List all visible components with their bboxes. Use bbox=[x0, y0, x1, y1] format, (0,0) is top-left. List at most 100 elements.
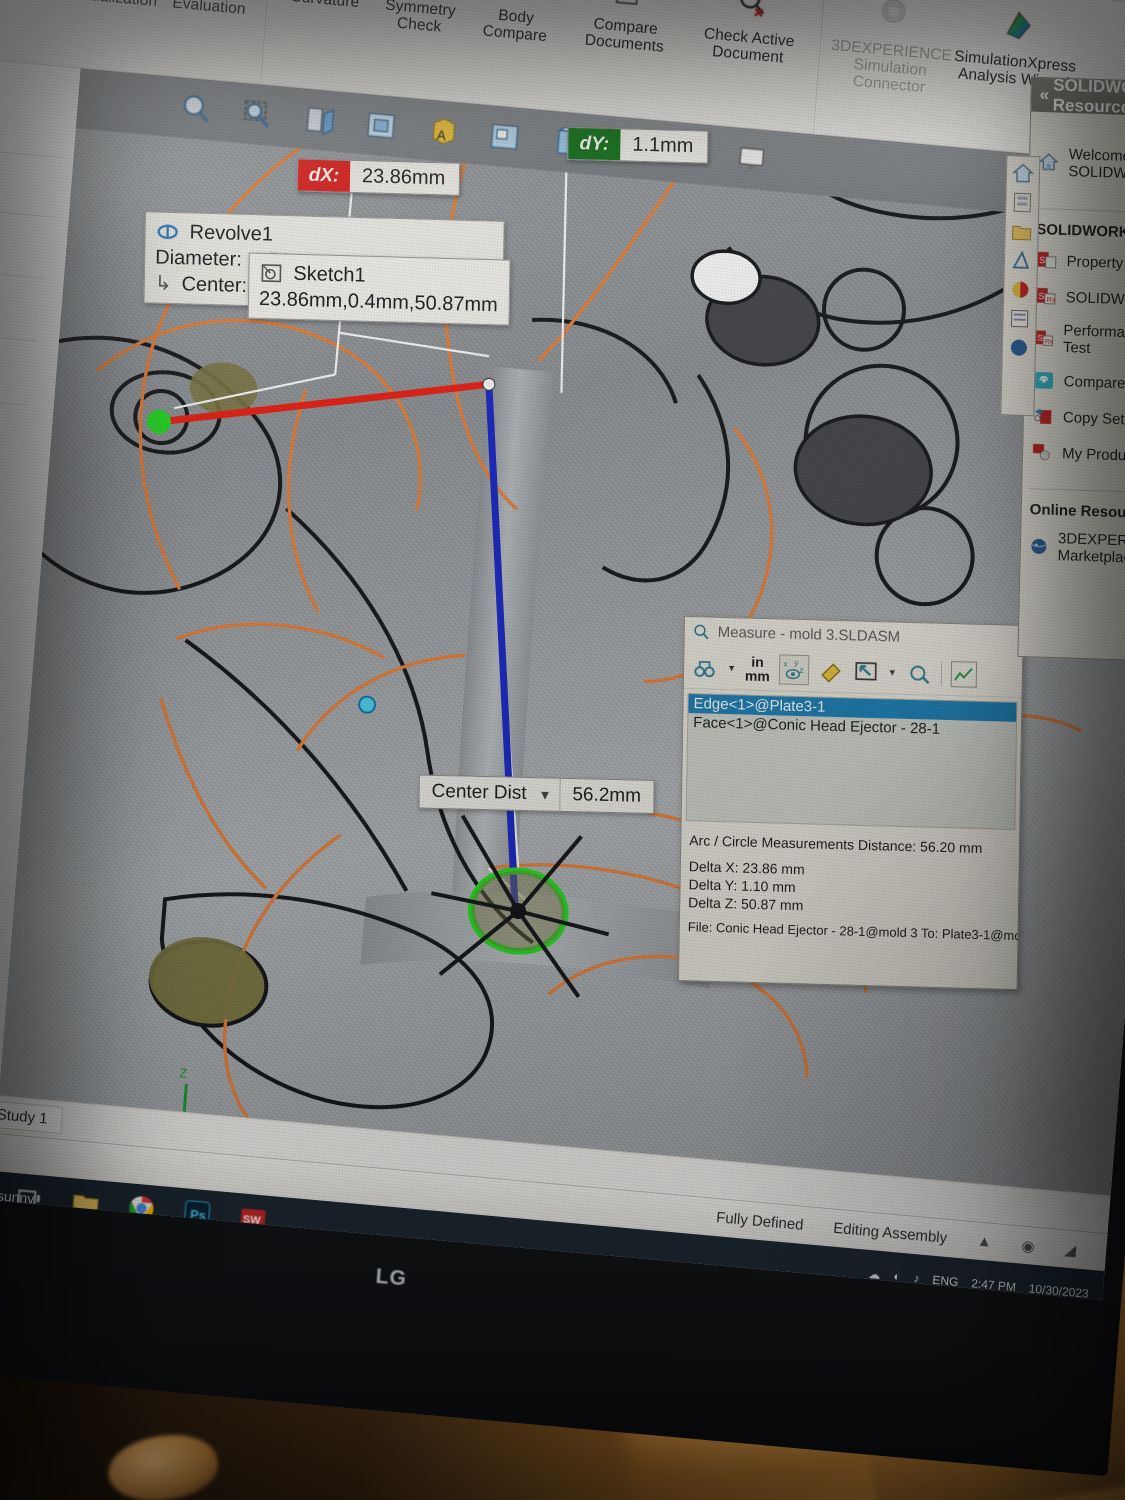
projection-icon[interactable] bbox=[853, 658, 879, 685]
arrow-sub-icon: ↳ bbox=[154, 272, 172, 295]
assembly-visualization-button[interactable]: Assembly Visualization bbox=[65, 0, 168, 10]
copy-settings-label: Copy Settings Wizard bbox=[1062, 408, 1125, 431]
simulationxpress-icon bbox=[1006, 11, 1031, 40]
svg-text:A: A bbox=[436, 128, 446, 144]
body-compare-button[interactable]: ? Body Compare bbox=[466, 0, 569, 47]
display-style-icon[interactable]: A bbox=[423, 112, 462, 151]
status-editing-assembly: Editing Assembly bbox=[832, 1219, 948, 1247]
compare-benchmarks-label: Compare My Benchmarks bbox=[1063, 372, 1125, 396]
status-expand-icon[interactable]: ▲ bbox=[976, 1233, 992, 1251]
revolve-feature-icon bbox=[157, 224, 178, 240]
measure-selection-list[interactable]: Edge<1>@Plate3-1 Face<1>@Conic Head Ejec… bbox=[685, 692, 1018, 830]
photo-scene: منتجات صناعية الجودة العالية LG bbox=[0, 0, 1125, 1500]
delta-y-tag: dY: bbox=[568, 127, 621, 161]
delta-x-callout[interactable]: dX: 23.86mm bbox=[296, 158, 461, 196]
graph-icon[interactable] bbox=[950, 660, 977, 688]
compare-documents-button[interactable]: ? Compare Documents bbox=[562, 0, 693, 58]
delta-y-value: 1.1mm bbox=[632, 133, 694, 158]
measure-style-icon[interactable] bbox=[818, 657, 844, 684]
measure-toolbar[interactable]: ▼ in mm x y z ▼ bbox=[683, 644, 1023, 698]
task-pane-welcome-label: Welcome to SOLIDWORKS bbox=[1068, 146, 1125, 184]
my-products-icon bbox=[1032, 443, 1050, 461]
design-library-icon[interactable] bbox=[1010, 190, 1035, 215]
3dexperience-marketplace-label: 3DEXPERIENCE Marketplace bbox=[1057, 530, 1125, 567]
status-overwrite-icon[interactable]: ◉ bbox=[1021, 1236, 1035, 1255]
task-pane-welcome[interactable]: Welcome to SOLIDWORKS bbox=[1029, 138, 1125, 194]
performance-test-icon: S Rx bbox=[1035, 330, 1054, 346]
solidworks-resources-icon[interactable] bbox=[1011, 161, 1036, 186]
svg-text:Rx: Rx bbox=[1045, 338, 1054, 345]
double-chevron-left-icon[interactable]: « bbox=[1039, 85, 1049, 105]
unit-mm[interactable]: mm bbox=[745, 667, 770, 684]
performance-test-label: Performance Benchmark Test bbox=[1062, 322, 1125, 357]
task-pane-item-my-products[interactable]: My Products bbox=[1023, 434, 1125, 478]
center-dist-dimension-box[interactable]: Center Dist ▼ 56.2mm bbox=[418, 774, 655, 814]
sketch-tooltip-name: Sketch1 bbox=[293, 262, 366, 287]
3dexperience-simulation-connector-label: 3DEXPERIENCE Simulation Connector bbox=[830, 36, 953, 97]
curvature-label: Curvature bbox=[290, 0, 360, 11]
tab-motion-study-1[interactable]: Motion Study 1 bbox=[0, 1095, 64, 1134]
compare-documents-label: Compare Documents bbox=[584, 15, 665, 56]
status-sketch-icon[interactable]: ◢ bbox=[1064, 1240, 1077, 1259]
measure-icon bbox=[694, 624, 709, 640]
check-active-document-label: Check Active Document bbox=[703, 25, 796, 67]
performance-evaluation-button[interactable]: Performance Evaluation bbox=[161, 0, 264, 19]
chevron-down-icon[interactable]: ▼ bbox=[538, 787, 551, 802]
display-state-icon[interactable] bbox=[732, 139, 771, 178]
task-pane-title: SOLIDWORKS Resources bbox=[1052, 76, 1125, 118]
symmetry-check-button[interactable]: Symmetry Check bbox=[371, 0, 474, 38]
arc-condition-icon[interactable] bbox=[692, 654, 718, 681]
check-active-document-icon bbox=[740, 0, 765, 18]
copy-settings-icon bbox=[1034, 408, 1052, 425]
sketch-icon bbox=[261, 264, 282, 283]
monitor: LG Evaluation Symmetry Check Body Compar… bbox=[0, 0, 1125, 1498]
compare-documents-icon: ? bbox=[615, 0, 640, 5]
section-view-icon[interactable] bbox=[300, 100, 339, 139]
3dexperience-simulation-connector-button: 3DEXPERIENCE Simulation Connector bbox=[827, 0, 959, 99]
projection-chevron-icon[interactable]: ▼ bbox=[888, 667, 897, 677]
view-palette-icon[interactable] bbox=[1009, 248, 1034, 273]
custom-properties-icon[interactable] bbox=[1007, 306, 1032, 331]
zoom-to-fit-icon[interactable] bbox=[176, 89, 215, 128]
sketch-tooltip-center-value: 23.86mm,0.4mm,50.87mm bbox=[258, 287, 498, 317]
measure-dialog[interactable]: Measure - mold 3.SLDASM ▼ in mm x y z ▼ … bbox=[677, 615, 1024, 991]
compare-benchmarks-icon bbox=[1034, 371, 1054, 389]
curvature-button[interactable]: Curvature bbox=[276, 0, 377, 12]
appearances-scenes-icon[interactable] bbox=[1008, 277, 1033, 302]
center-dist-dropdown[interactable]: Center Dist ▼ bbox=[419, 775, 559, 810]
performance-evaluation-label: Performance Evaluation bbox=[165, 0, 256, 18]
svg-text:S: S bbox=[1037, 333, 1043, 343]
svg-text:S: S bbox=[1039, 255, 1045, 265]
hide-show-icon[interactable] bbox=[485, 117, 524, 156]
measure-history-icon[interactable] bbox=[906, 659, 932, 686]
arc-dropdown-chevron-icon[interactable]: ▼ bbox=[727, 663, 736, 673]
3dexperience-simulation-icon bbox=[882, 0, 906, 23]
svg-text:Rx: Rx bbox=[1047, 295, 1056, 304]
view-orientation-icon[interactable] bbox=[362, 106, 401, 145]
unit-inch[interactable]: in bbox=[745, 653, 770, 669]
tooltip-diameter-label: Diameter: bbox=[155, 246, 243, 271]
delta-y-callout[interactable]: dY: 1.1mm bbox=[567, 126, 709, 164]
svg-text:S: S bbox=[1038, 291, 1044, 301]
body-compare-label: Body Compare bbox=[482, 6, 548, 46]
center-dist-label: Center Dist bbox=[431, 780, 527, 804]
zoom-to-area-icon[interactable] bbox=[238, 95, 277, 134]
3dexperience-marketplace-icon[interactable] bbox=[1007, 335, 1032, 360]
task-pane-rail[interactable] bbox=[1000, 155, 1041, 417]
delta-x-value: 23.86mm bbox=[361, 165, 446, 190]
task-pane-item-performance-test[interactable]: S Rx Performance Benchmark Test bbox=[1025, 314, 1125, 370]
file-explorer-icon[interactable] bbox=[1009, 219, 1034, 244]
property-tab-builder-icon: S bbox=[1037, 251, 1057, 269]
center-dist-value: 56.2mm bbox=[572, 784, 642, 807]
status-fully-defined: Fully Defined bbox=[715, 1209, 805, 1234]
assembly-visualization-label: Assembly Visualization bbox=[69, 0, 159, 10]
sketch-tooltip-center-row: 23.86mm,0.4mm,50.87mm bbox=[259, 286, 499, 318]
task-pane-item-3dexperience-marketplace[interactable]: 3DEXPERIENCE Marketplace bbox=[1020, 522, 1125, 578]
solidworks-rx-icon: S Rx bbox=[1036, 287, 1056, 305]
xyz-coordinate-icon[interactable]: x y z bbox=[778, 653, 810, 685]
check-active-document-button[interactable]: Check Active Document bbox=[685, 0, 816, 69]
monitor-brand: LG bbox=[374, 1264, 408, 1291]
unit-selector[interactable]: in mm bbox=[745, 653, 770, 684]
svg-text:Z: Z bbox=[179, 1065, 188, 1081]
svg-text:x: x bbox=[783, 658, 788, 668]
